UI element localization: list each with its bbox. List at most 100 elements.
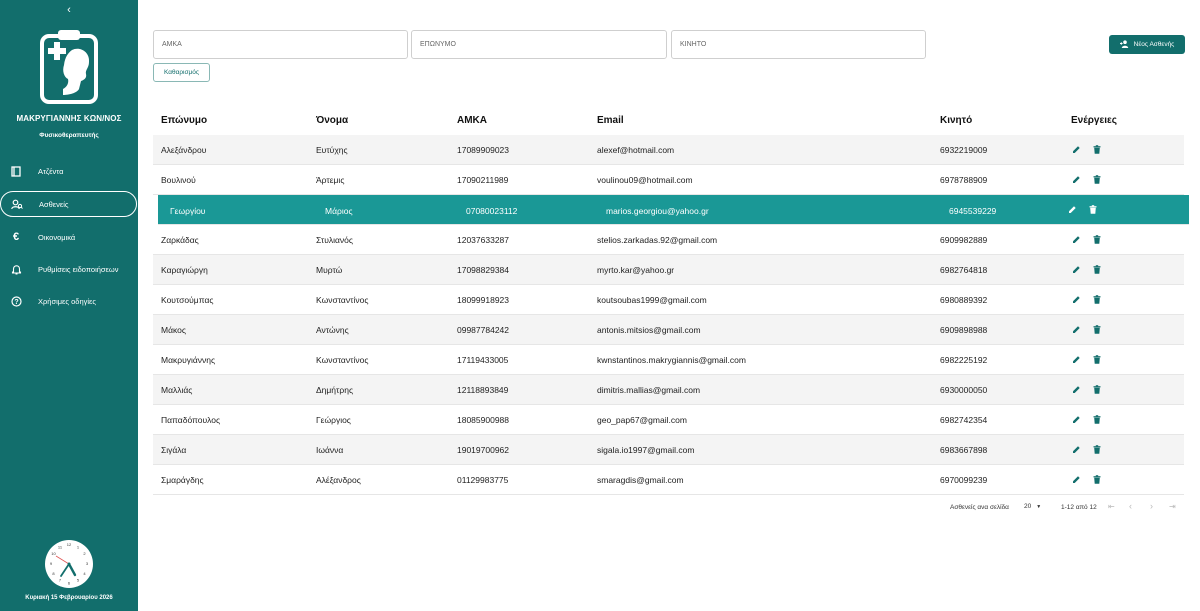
cell-email: antonis.mitsios@gmail.com — [597, 325, 701, 335]
sidebar-item-help[interactable]: ? Χρήσιμες οδηγίες — [0, 288, 137, 314]
clear-button[interactable]: Καθαρισμός — [153, 63, 210, 82]
clock-icon: 12 123 4567 891011 — [45, 540, 93, 588]
table-row[interactable]: Παπαδόπουλος Γεώργιος 18085900988 geo_pap67… — [153, 405, 1184, 435]
collapse-sidebar-button[interactable]: ‹ — [62, 3, 76, 17]
delete-icon[interactable] — [1091, 234, 1102, 245]
sidebar-item-agenda[interactable]: Ατζέντα — [0, 158, 137, 184]
mobile-input[interactable] — [672, 31, 925, 58]
next-page-icon[interactable]: › — [1150, 501, 1153, 511]
cell-surname: Μαλλιάς — [161, 385, 193, 395]
edit-icon[interactable] — [1071, 444, 1082, 455]
table-row[interactable]: Σιγάλα Ιωάννα 19019700962 sigala.io1997@gma… — [153, 435, 1184, 465]
header-surname[interactable]: Επώνυμο — [161, 115, 207, 126]
table-row[interactable]: Μακρυγιάννης Κωνσταντίνος 17119433005 kwnst… — [153, 345, 1184, 375]
sidebar-item-finance[interactable]: € Οικονομικά — [0, 224, 137, 250]
cell-email: kwnstantinos.makrygiannis@gmail.com — [597, 355, 746, 365]
edit-icon[interactable] — [1071, 234, 1082, 245]
cell-mobile: 6983667898 — [940, 445, 988, 455]
table-row[interactable]: Γεωργίου Μάριος 07080023112 marios.georgiou… — [158, 195, 1189, 225]
surname-input[interactable] — [412, 31, 666, 58]
delete-icon[interactable] — [1091, 384, 1102, 395]
cell-name: Κωνσταντίνος — [316, 295, 369, 305]
cell-surname: Μάκος — [161, 325, 186, 335]
cell-name: Δημήτρης — [316, 385, 354, 395]
edit-icon[interactable] — [1067, 204, 1078, 215]
cell-mobile: 6982764818 — [940, 265, 988, 275]
cell-email: voulinou09@hotmail.com — [597, 175, 693, 185]
amka-field[interactable] — [153, 30, 408, 59]
cell-surname: Μακρυγιάννης — [161, 355, 216, 365]
table-row[interactable]: Ζαρκάδας Στυλιανός 12037633287 stelios.zark… — [153, 225, 1184, 255]
new-patient-label: Νέος Ασθενής — [1133, 41, 1175, 48]
delete-icon[interactable] — [1091, 324, 1102, 335]
delete-icon[interactable] — [1091, 144, 1102, 155]
cell-amka: 17089909023 — [457, 145, 510, 155]
edit-icon[interactable] — [1071, 354, 1082, 365]
delete-icon[interactable] — [1091, 354, 1102, 365]
rows-per-page-select[interactable]: 20 ▼ — [1024, 503, 1041, 510]
svg-text:10: 10 — [51, 551, 56, 556]
cell-name: Ιωάννα — [316, 445, 344, 455]
delete-icon[interactable] — [1091, 414, 1102, 425]
edit-icon[interactable] — [1071, 174, 1082, 185]
cell-email: smaragdis@gmail.com — [597, 475, 684, 485]
table-row[interactable]: Σμαράγδης Αλέξανδρος 01129983775 smaragdis@… — [153, 465, 1184, 495]
delete-icon[interactable] — [1091, 444, 1102, 455]
delete-icon[interactable] — [1091, 474, 1102, 485]
clinic-logo — [40, 30, 98, 104]
header-name[interactable]: Όνομα — [316, 115, 348, 126]
cell-amka: 09987784242 — [457, 325, 510, 335]
sidebar-item-notifications[interactable]: Ρυθμίσεις ειδοποιήσεων — [0, 256, 137, 282]
cell-email: stelios.zarkadas.92@gmail.com — [597, 235, 718, 245]
cell-surname: Βουλινού — [161, 175, 196, 185]
edit-icon[interactable] — [1071, 324, 1082, 335]
cell-surname: Καραγιώργη — [161, 265, 208, 275]
header-email[interactable]: Email — [597, 115, 624, 126]
first-page-icon[interactable]: ⇤ — [1108, 502, 1115, 511]
cell-mobile: 6980889392 — [940, 295, 988, 305]
add-person-icon — [1119, 39, 1130, 50]
mobile-field[interactable] — [671, 30, 926, 59]
table-row[interactable]: Καραγιώργη Μυρτώ 17098829384 myrto.kar@yaho… — [153, 255, 1184, 285]
amka-input[interactable] — [154, 31, 407, 58]
table-row[interactable]: Βουλινού Άρτεμις 17090211989 voulinou09@hot… — [153, 165, 1184, 195]
cell-amka: 19019700962 — [457, 445, 510, 455]
rows-per-page-label: Ασθενείς ανα σελίδα — [950, 504, 1009, 511]
header-mobile[interactable]: Κινητό — [940, 115, 972, 126]
delete-icon[interactable] — [1091, 264, 1102, 275]
edit-icon[interactable] — [1071, 414, 1082, 425]
delete-icon[interactable] — [1091, 174, 1102, 185]
current-date: Κυριακή 15 Φεβρουαρίου 2026 — [25, 595, 113, 601]
cell-amka: 17098829384 — [457, 265, 510, 275]
edit-icon[interactable] — [1071, 294, 1082, 305]
sidebar-item-patients[interactable]: Ασθενείς — [0, 191, 137, 217]
previous-page-icon[interactable]: ‹ — [1129, 501, 1132, 511]
edit-icon[interactable] — [1071, 144, 1082, 155]
svg-text:12: 12 — [67, 542, 72, 547]
sidebar-item-label: Ατζέντα — [38, 166, 64, 176]
cell-name: Ευτύχης — [316, 145, 348, 155]
cell-amka: 12118893849 — [457, 385, 509, 395]
euro-icon: € — [12, 231, 20, 243]
patients-icon — [11, 198, 23, 210]
cell-name: Άρτεμις — [316, 175, 345, 185]
edit-icon[interactable] — [1071, 474, 1082, 485]
cell-mobile: 6945539229 — [949, 206, 997, 216]
table-row[interactable]: Μαλλιάς Δημήτρης 12118893849 dimitris.malli… — [153, 375, 1184, 405]
cell-surname: Σιγάλα — [161, 445, 187, 455]
surname-field[interactable] — [411, 30, 667, 59]
table-row[interactable]: Μάκος Αντώνης 09987784242 antonis.mitsios@g… — [153, 315, 1184, 345]
cell-amka: 18099918923 — [457, 295, 510, 305]
cell-amka: 17119433005 — [457, 355, 509, 365]
delete-icon[interactable] — [1091, 294, 1102, 305]
header-amka[interactable]: ΑΜΚΑ — [457, 115, 487, 126]
edit-icon[interactable] — [1071, 384, 1082, 395]
user-name: ΜΑΚΡΥΓΙΑΝΝΗΣ ΚΩΝ/ΝΟΣ — [16, 114, 122, 123]
table-row[interactable]: Κουτσούμπας Κωνσταντίνος 18099918923 koutso… — [153, 285, 1184, 315]
cell-name: Μυρτώ — [316, 265, 343, 275]
last-page-icon[interactable]: ⇥ — [1169, 502, 1176, 511]
edit-icon[interactable] — [1071, 264, 1082, 275]
table-row[interactable]: Αλεξάνδρου Ευτύχης 17089909023 alexef@hotma… — [153, 135, 1184, 165]
new-patient-button[interactable]: Νέος Ασθενής — [1109, 35, 1185, 54]
delete-icon[interactable] — [1087, 204, 1098, 215]
